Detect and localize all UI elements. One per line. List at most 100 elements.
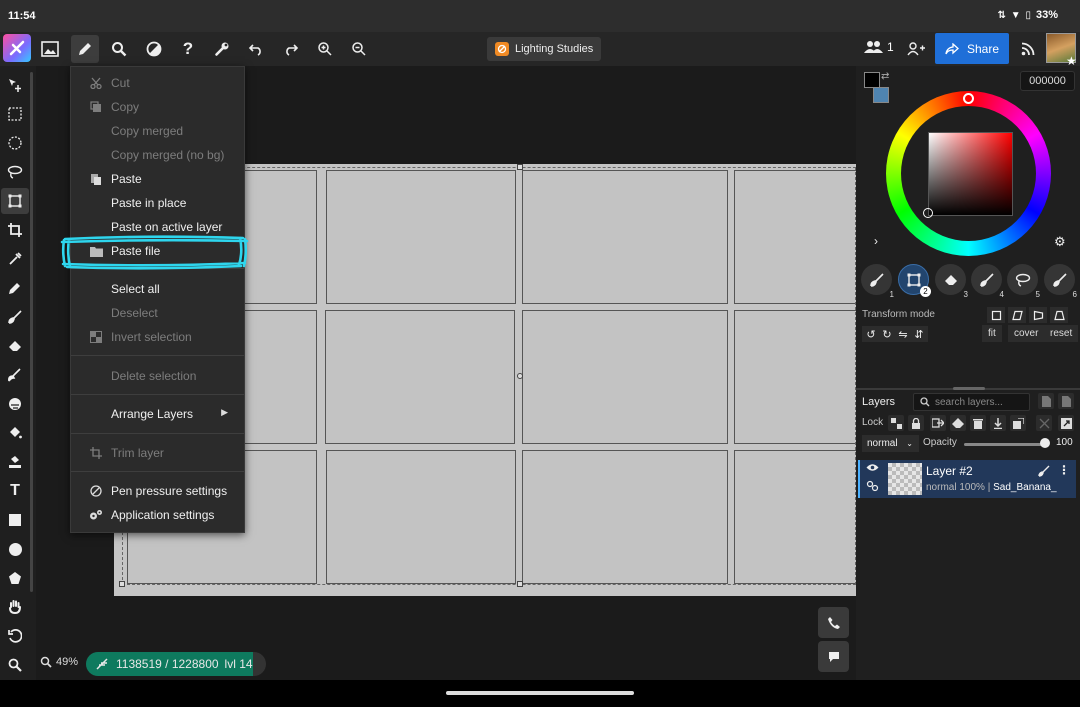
menu-item-trim-layer[interactable]: Trim layer [71, 442, 244, 464]
menu-item-copy[interactable]: Copy [71, 96, 244, 118]
menu-item-paste-in-place[interactable]: Paste in place [71, 192, 244, 214]
blur-icon[interactable] [1, 391, 29, 417]
text-tool-icon[interactable]: T [1, 478, 29, 504]
voice-call-button[interactable] [818, 607, 849, 638]
new-layer-icon[interactable] [1038, 393, 1054, 409]
brush-tool-icon[interactable] [1, 304, 29, 330]
menu-item-select-all[interactable]: Select all [71, 278, 244, 300]
image-icon[interactable] [36, 35, 64, 63]
chat-button[interactable] [818, 641, 849, 672]
lasso-icon[interactable] [1, 159, 29, 185]
eyedropper-icon[interactable] [1, 246, 29, 272]
perspective-transform-icon[interactable] [1029, 307, 1047, 323]
menu-item-paste[interactable]: Paste [71, 168, 244, 190]
add-user-icon[interactable] [902, 35, 930, 63]
primary-color-swatch[interactable] [864, 72, 880, 88]
menu-item-copy-merged[interactable]: Copy merged [71, 120, 244, 142]
saturation-value-square[interactable] [928, 132, 1013, 216]
menu-item-paste-on-active-layer[interactable]: Paste on active layer [71, 216, 244, 238]
clip-layer-icon[interactable] [1036, 415, 1052, 431]
opacity-slider-knob[interactable] [1040, 438, 1050, 448]
hand-pan-icon[interactable] [1, 594, 29, 620]
transform-fit-button[interactable]: fit [982, 325, 1002, 342]
menu-item-cut[interactable]: Cut [71, 72, 244, 94]
brush-slot-active[interactable]: 2 [898, 264, 931, 297]
panel-resize-divider[interactable] [856, 387, 1080, 390]
document-title-button[interactable]: Lighting Studies [487, 37, 602, 61]
swap-colors-icon[interactable]: ⇄ [881, 71, 889, 82]
secondary-color-swatch[interactable] [873, 87, 889, 103]
distort-transform-icon[interactable] [1050, 307, 1068, 323]
transform-handle[interactable] [119, 581, 125, 587]
flip-vertical-icon[interactable]: ⇵ [910, 326, 928, 342]
transform-center-handle[interactable] [517, 373, 523, 379]
edit-menu-pencil-icon[interactable] [71, 35, 99, 63]
brush-slot[interactable]: 3 [935, 264, 968, 299]
duplicate-layer-icon[interactable] [1058, 393, 1074, 409]
layer-row-active[interactable]: Layer #2 normal 100% | Sad_Banana_ ⋮ [858, 460, 1076, 498]
rect-select-icon[interactable] [1, 101, 29, 127]
smudge-icon[interactable] [1, 362, 29, 388]
menu-item-arrange-layers[interactable]: Arrange Layers ▶ [71, 403, 244, 425]
search-icon[interactable] [105, 35, 133, 63]
layer-more-options-icon[interactable]: ⋮ [1058, 463, 1070, 477]
share-button[interactable]: Share [935, 33, 1009, 64]
pencil-tool-icon[interactable] [1, 275, 29, 301]
delete-layer-icon[interactable] [970, 415, 986, 431]
zoom-indicator[interactable]: 49% [40, 656, 78, 668]
layer-settings-icon[interactable] [1058, 415, 1074, 431]
rotate-view-icon[interactable] [1, 623, 29, 649]
menu-item-copy-merged-no-bg[interactable]: Copy merged (no bg) [71, 144, 244, 166]
hue-ring-knob[interactable] [963, 93, 974, 104]
skew-transform-icon[interactable] [1008, 307, 1026, 323]
menu-item-pen-pressure-settings[interactable]: Pen pressure settings [71, 480, 244, 502]
brush-slot[interactable]: 5 [1007, 264, 1040, 299]
rectangle-shape-icon[interactable] [1, 507, 29, 533]
ellipse-select-icon[interactable] [1, 130, 29, 156]
free-transform-icon[interactable] [987, 307, 1005, 323]
eraser-icon[interactable] [1, 333, 29, 359]
visibility-eye-icon[interactable] [866, 463, 879, 472]
merge-down-icon[interactable] [990, 415, 1006, 431]
wrench-icon[interactable] [208, 35, 236, 63]
app-logo-icon[interactable] [3, 34, 31, 62]
rss-feed-icon[interactable] [1014, 35, 1042, 63]
move-tool-icon[interactable] [1, 72, 29, 98]
resize-grip[interactable] [953, 387, 985, 390]
brush-slot[interactable]: 6 [1044, 264, 1077, 299]
lock-icon[interactable] [908, 415, 924, 431]
contrast-icon[interactable] [140, 35, 168, 63]
transform-handle[interactable] [517, 164, 523, 170]
toolbar-scrollbar[interactable] [30, 72, 33, 592]
menu-item-deselect[interactable]: Deselect [71, 302, 244, 324]
redo-icon[interactable] [277, 35, 305, 63]
transform-reset-button[interactable]: reset [1044, 325, 1079, 342]
home-gesture-pill[interactable] [446, 691, 634, 695]
zoom-out-icon[interactable] [345, 35, 373, 63]
lock-alpha-icon[interactable] [888, 415, 904, 431]
clear-layer-icon[interactable] [950, 415, 966, 431]
transform-handle[interactable] [517, 581, 523, 587]
brush-slot[interactable]: 4 [971, 264, 1004, 299]
expand-chevron-icon[interactable]: › [874, 234, 878, 248]
menu-item-delete-selection[interactable]: Delete selection [71, 365, 244, 387]
zoom-tool-icon[interactable] [1, 652, 29, 678]
ellipse-shape-icon[interactable] [1, 536, 29, 562]
saturation-knob[interactable] [923, 208, 933, 218]
hex-color-input[interactable]: 000000 [1020, 71, 1075, 91]
transform-cover-button[interactable]: cover [1008, 325, 1045, 342]
transform-tool-icon[interactable] [1, 188, 29, 214]
layer-link-icon[interactable] [866, 480, 879, 492]
help-icon[interactable]: ? [174, 35, 202, 63]
gradient-icon[interactable] [1, 449, 29, 475]
layer-search-input[interactable]: search layers... [913, 393, 1030, 411]
undo-icon[interactable] [242, 35, 270, 63]
online-users-button[interactable]: 1 [864, 40, 894, 54]
color-settings-gear-icon[interactable]: ⚙ [1054, 234, 1066, 250]
brush-slot[interactable]: 1 [861, 264, 894, 299]
paint-bucket-icon[interactable] [1, 420, 29, 446]
zoom-in-icon[interactable] [311, 35, 339, 63]
crop-icon[interactable] [1, 217, 29, 243]
blend-mode-select[interactable]: normal ⌄ [862, 435, 919, 452]
move-layer-icon[interactable] [930, 415, 946, 431]
